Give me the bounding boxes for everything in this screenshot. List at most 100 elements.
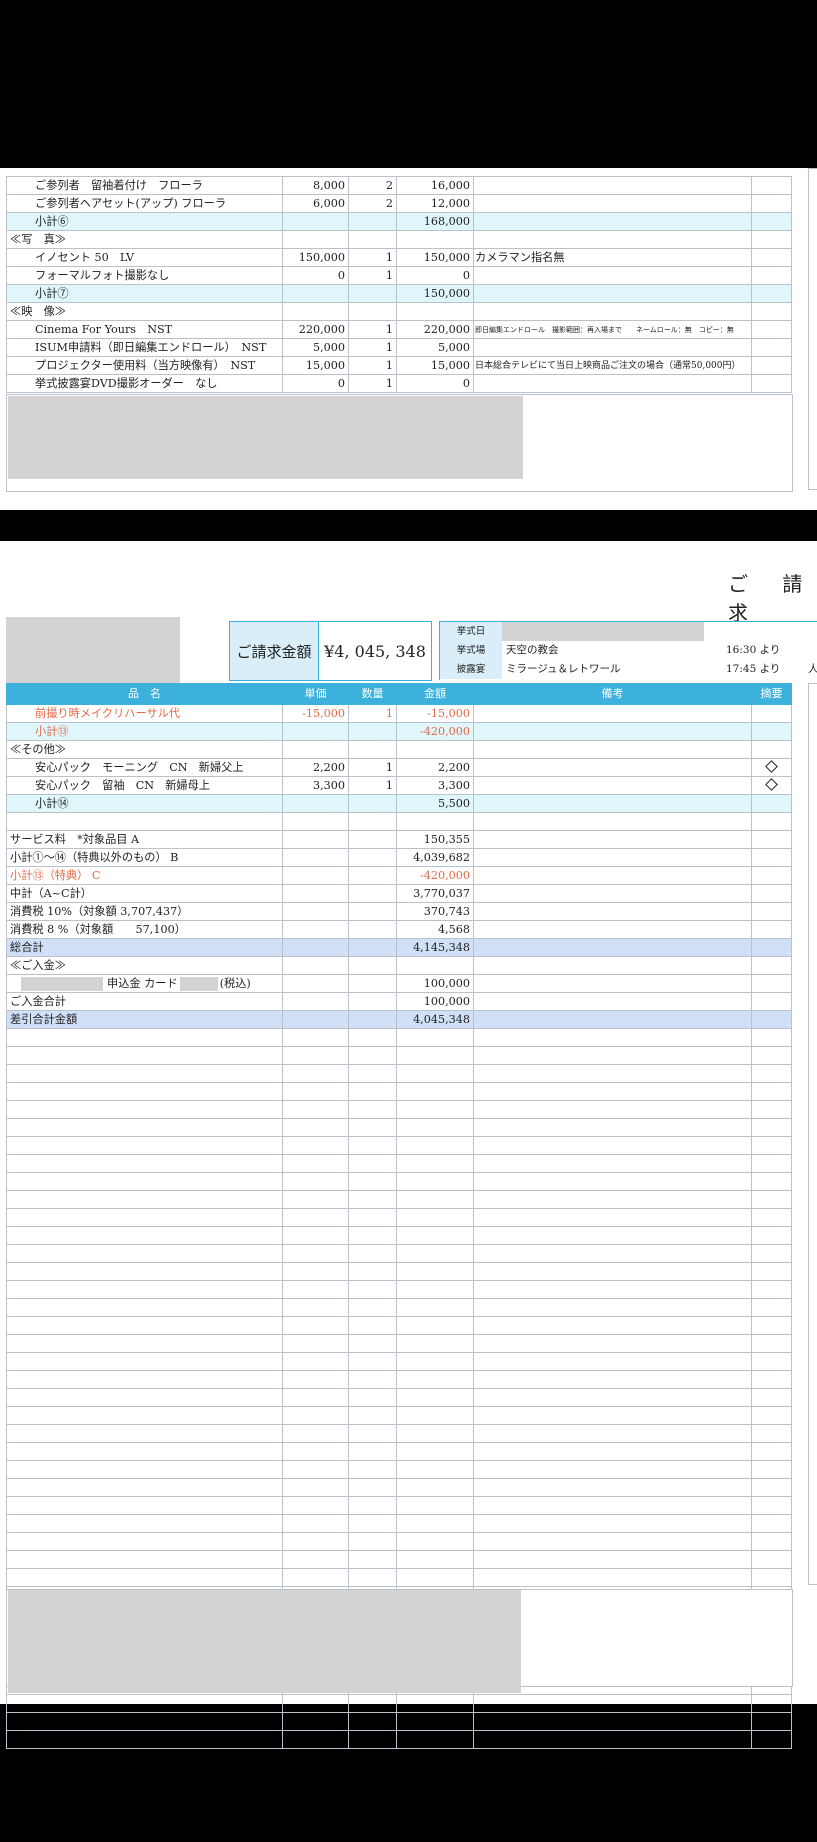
- empty-cell: [282, 1244, 349, 1263]
- empty-cell: [348, 1352, 397, 1371]
- header-qty: 数量: [348, 683, 397, 705]
- unit-price: 0: [282, 374, 349, 393]
- empty-cell: [282, 1190, 349, 1209]
- empty-cell: [6, 1568, 283, 1587]
- empty-cell: [751, 1316, 792, 1335]
- empty-cell: [6, 1316, 283, 1335]
- empty-cell: [348, 1532, 397, 1551]
- empty-cell: [6, 1532, 283, 1551]
- empty-cell: [396, 1298, 474, 1317]
- info-time: 16:30 より: [726, 644, 781, 656]
- summary-mark: [751, 356, 792, 375]
- item-name: 消費税 8 %（対象額 57,100）: [6, 920, 283, 939]
- unit-price: [282, 284, 349, 303]
- amount: 220,000: [396, 320, 474, 339]
- header-price: 単価: [282, 683, 349, 705]
- empty-row: [6, 1244, 792, 1263]
- empty-row: [6, 1730, 792, 1749]
- table-row: フォーマルフォト撮影なし 0 1 0: [6, 266, 792, 285]
- table-row: ≪写 真≫: [6, 230, 792, 249]
- empty-cell: [348, 1226, 397, 1245]
- empty-cell: [6, 1208, 283, 1227]
- empty-cell: [396, 1208, 474, 1227]
- empty-cell: [282, 1226, 349, 1245]
- empty-cell: [751, 1568, 792, 1587]
- empty-row: [6, 1460, 792, 1479]
- empty-cell: [396, 1532, 474, 1551]
- item-name: ご参列者ヘアセット(アップ) フローラ: [6, 194, 283, 213]
- item-name: ≪映 像≫: [6, 302, 283, 321]
- empty-cell: [6, 1280, 283, 1299]
- empty-cell: [396, 1082, 474, 1101]
- redacted-block: [8, 396, 523, 479]
- info-row-ceremony-venue: 挙式場 天空の教会 16:30 より: [440, 641, 817, 661]
- empty-cell: [751, 1388, 792, 1407]
- empty-cell: [282, 1460, 349, 1479]
- note: [473, 212, 752, 231]
- empty-cell: [6, 1226, 283, 1245]
- item-name: 小計⑭: [6, 794, 283, 813]
- empty-cell: [473, 1208, 752, 1227]
- unit-price: [282, 302, 349, 321]
- empty-cell: [348, 1208, 397, 1227]
- redacted-name: [21, 976, 103, 991]
- empty-cell: [396, 1226, 474, 1245]
- empty-cell: [396, 1424, 474, 1443]
- item-name: サービス料 *対象品目 A: [6, 830, 283, 849]
- empty-cell: [348, 1442, 397, 1461]
- item-name: 安心パック モーニング CN 新婦父上: [6, 758, 283, 777]
- header-amount: 金額: [396, 683, 474, 705]
- quantity: 1: [348, 266, 397, 285]
- invoice-page-1: ご参列者 留袖着付け フローラ 8,000 2 16,000 ご参列者ヘアセット(アップ…: [0, 168, 817, 510]
- empty-cell: [751, 1460, 792, 1479]
- summary-mark: [751, 704, 792, 723]
- empty-cell: [6, 1172, 283, 1191]
- table-row: 小計⑬ -420,000: [6, 722, 792, 741]
- quantity: 2: [348, 176, 397, 195]
- empty-cell: [348, 1406, 397, 1425]
- empty-cell: [396, 1316, 474, 1335]
- empty-cell: [282, 1100, 349, 1119]
- summary-mark: [751, 938, 792, 957]
- empty-cell: [751, 1118, 792, 1137]
- empty-cell: [6, 1352, 283, 1371]
- summary-mark: [751, 302, 792, 321]
- empty-cell: [751, 1442, 792, 1461]
- unit-price: [282, 866, 349, 885]
- empty-row: [6, 1370, 792, 1389]
- amount: 150,355: [396, 830, 474, 849]
- summary-mark: [751, 374, 792, 393]
- empty-cell: [473, 1712, 752, 1731]
- quantity: [348, 212, 397, 231]
- note: [473, 794, 752, 813]
- empty-cell: [396, 1460, 474, 1479]
- unit-price: [282, 230, 349, 249]
- note: [473, 302, 752, 321]
- empty-cell: [751, 1154, 792, 1173]
- item-name: ご参列者 留袖着付け フローラ: [6, 176, 283, 195]
- empty-row: [6, 1334, 792, 1353]
- empty-cell: [348, 1388, 397, 1407]
- empty-cell: [396, 1550, 474, 1569]
- empty-cell: [6, 1406, 283, 1425]
- empty-row: [6, 1406, 792, 1425]
- empty-cell: [282, 1172, 349, 1191]
- empty-cell: [473, 1316, 752, 1335]
- empty-cell: [282, 1568, 349, 1587]
- empty-cell: [473, 1064, 752, 1083]
- quantity: 2: [348, 194, 397, 213]
- unit-price: 220,000: [282, 320, 349, 339]
- quantity: [348, 740, 397, 759]
- empty-cell: [473, 1334, 752, 1353]
- quantity: 1: [348, 248, 397, 267]
- empty-cell: [348, 1244, 397, 1263]
- empty-cell: [6, 1550, 283, 1569]
- note: [473, 722, 752, 741]
- empty-cell: [348, 1118, 397, 1137]
- item-name: イノセント 50 LV: [6, 248, 283, 267]
- empty-cell: [348, 1316, 397, 1335]
- note: [473, 848, 752, 867]
- quantity: [348, 284, 397, 303]
- empty-row: [6, 1514, 792, 1533]
- empty-cell: [751, 1352, 792, 1371]
